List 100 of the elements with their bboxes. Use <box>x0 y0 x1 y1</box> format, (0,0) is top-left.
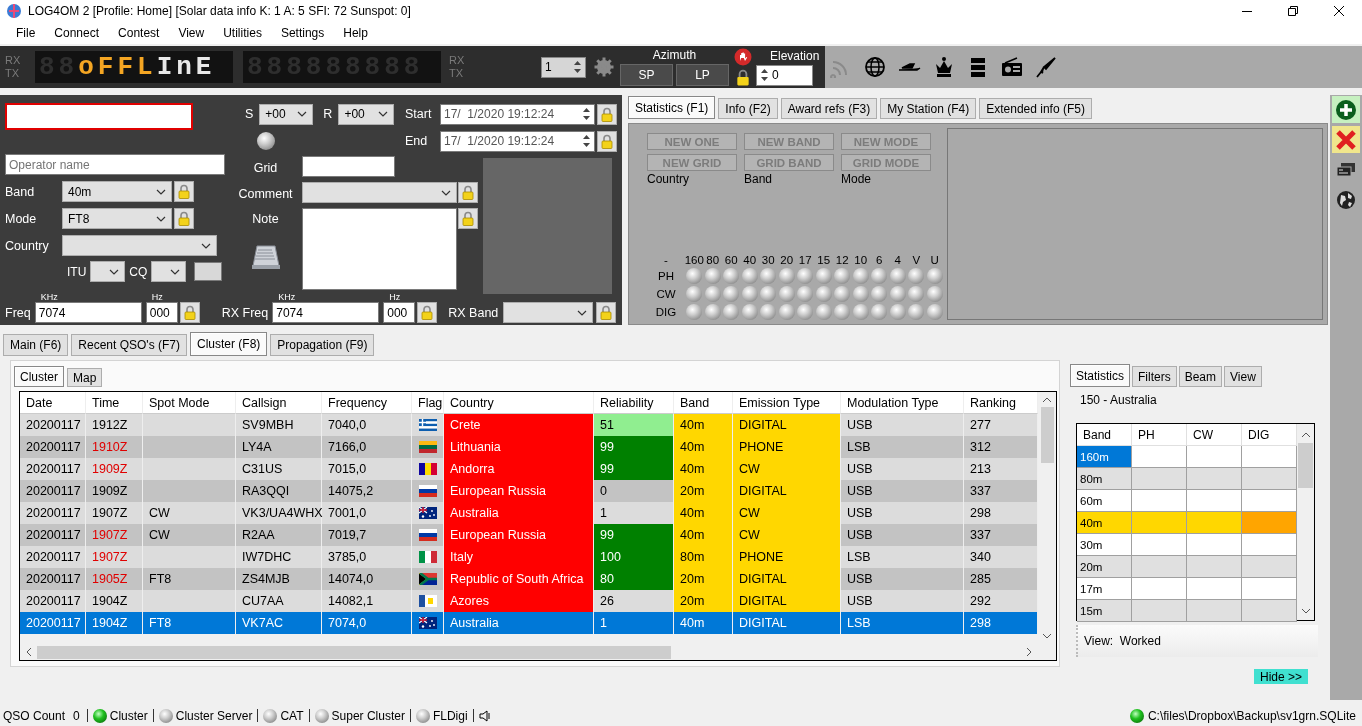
tab[interactable]: Propagation (F9) <box>270 334 375 356</box>
add-icon <box>1335 98 1357 121</box>
table-cell: 20m <box>674 590 733 612</box>
view-label: View: Worked <box>1076 625 1318 657</box>
menu-item[interactable]: Settings <box>272 26 333 40</box>
flag-icon <box>418 529 437 541</box>
table-cell: 40m <box>674 436 733 458</box>
table-cell: CW <box>733 524 841 546</box>
table-row[interactable]: 20200117 1907Z CW R2AA 7019,7 European Russia 99 40m CW USB 337 <box>20 524 1038 546</box>
table-row[interactable]: 20200117 1904Z CU7AA 14082,1 Azores 26 20m DIGITAL USB 292 <box>20 590 1038 612</box>
scrollbar-thumb[interactable] <box>37 645 671 659</box>
menu-item[interactable]: Connect <box>46 26 108 40</box>
tab[interactable]: Extended info (F5) <box>979 98 1092 119</box>
date-field[interactable]: 17/ 1/2020 19:12:24 <box>440 103 595 125</box>
grid-field[interactable] <box>302 156 395 177</box>
spin-arrows-icon <box>760 67 769 83</box>
tab[interactable]: My Station (F4) <box>880 98 977 119</box>
lock-button[interactable] <box>417 302 438 323</box>
lock-button[interactable] <box>596 302 617 323</box>
status-light <box>834 268 851 284</box>
unit-label: Hz <box>150 292 164 302</box>
menu-item[interactable]: View <box>170 26 213 40</box>
table-cell: 20200117 <box>20 612 86 634</box>
status-light <box>797 286 814 302</box>
number-spinner[interactable]: 0 <box>756 64 813 86</box>
tab[interactable]: Map <box>67 368 103 387</box>
input-field[interactable] <box>194 262 223 281</box>
date-field[interactable]: 17/ 1/2020 19:12:24 <box>440 130 595 152</box>
table-cell: 51 <box>594 414 674 436</box>
globe-icon <box>1336 189 1356 210</box>
caret-icon <box>170 268 181 275</box>
field-label: Country <box>5 238 50 253</box>
table-row[interactable]: 20200117 1910Z LY4A 7166,0 Lithuania 99 40m PHONE LSB 312 <box>20 436 1038 458</box>
table-row[interactable]: 20200117 1907Z CW VK3/UA4WHX 7001,0 Australia 1 40m CW USB 298 <box>20 502 1038 524</box>
number-spinner[interactable]: 1 <box>541 56 586 78</box>
status-light <box>686 268 703 284</box>
menu-item[interactable]: File <box>8 26 44 40</box>
delete-button[interactable] <box>1332 126 1360 153</box>
table-cell[interactable]: 40m <box>1077 512 1132 534</box>
tab[interactable]: Info (F2) <box>718 98 778 119</box>
status-light <box>256 132 275 150</box>
frequency-field[interactable]: 7074 <box>34 302 142 323</box>
tab[interactable]: Main (F6) <box>3 334 69 356</box>
table-row[interactable]: 20200117 1904Z FT8 VK7AC 7074,0 Australia 1 40m DIGITAL LSB 298 <box>20 612 1038 634</box>
table-row[interactable]: 20200117 1912Z SV9MBH 7040,0 Crete 51 40m DIGITAL USB 277 <box>20 414 1038 436</box>
tab[interactable]: View <box>1224 366 1262 387</box>
tab[interactable]: Recent QSO's (F7) <box>71 334 187 356</box>
scrollbar-thumb[interactable] <box>1040 407 1054 463</box>
beam-button[interactable]: LP <box>676 64 729 86</box>
lock-button[interactable] <box>179 302 200 323</box>
table-row[interactable]: 20200117 1907Z IW7DHC 3785,0 Italy 100 80m PHONE LSB 340 <box>20 546 1038 568</box>
field-label: Freq <box>5 306 31 322</box>
operator-field[interactable]: Operator name <box>5 154 225 175</box>
frequency-field[interactable]: 000 <box>145 302 178 323</box>
dropdown[interactable]: 40m <box>62 181 172 202</box>
lock-button[interactable] <box>597 130 617 152</box>
dropdown[interactable]: +00 <box>338 103 395 125</box>
table-cell: Lithuania <box>444 436 594 458</box>
beam-button[interactable]: SP <box>620 64 673 86</box>
table-row[interactable]: 20200117 1905Z FT8 ZS4MJB 14074,0 Republic of South Africa 80 20m DIGITAL USB 285 <box>20 568 1038 590</box>
tab[interactable]: Statistics <box>1070 364 1130 387</box>
tab[interactable]: Award refs (F3) <box>780 98 878 119</box>
tab[interactable]: Cluster (F8) <box>190 332 268 356</box>
minimize-icon <box>1242 10 1252 12</box>
table-cell: CW <box>733 458 841 480</box>
dropdown[interactable]: +00 <box>259 103 314 125</box>
hide-button[interactable]: Hide >> <box>1253 669 1308 684</box>
menu-item[interactable]: Contest <box>110 26 168 40</box>
tab[interactable]: Cluster <box>14 366 64 387</box>
mode-label: PH <box>658 270 674 282</box>
status-light <box>686 286 703 302</box>
column-header: Date <box>20 392 86 414</box>
table-row[interactable]: 20200117 1909Z C31US 7015,0 Andorra 99 40m CW USB 213 <box>20 458 1038 480</box>
table-cell[interactable]: 160m <box>1077 446 1132 468</box>
lock-button[interactable] <box>597 103 617 125</box>
crown-icon <box>933 56 955 78</box>
status-light <box>926 304 943 320</box>
tab[interactable]: Beam <box>1178 366 1223 387</box>
dropdown[interactable] <box>151 261 187 282</box>
frequency-field[interactable]: 7074 <box>272 302 380 323</box>
table-cell: DIGITAL <box>733 612 841 634</box>
scrollbar-thumb[interactable] <box>1298 443 1313 488</box>
sled-icon <box>898 62 921 72</box>
dropdown[interactable]: FT8 <box>62 208 172 229</box>
tab[interactable]: Filters <box>1132 366 1177 387</box>
status-light <box>741 268 758 284</box>
dropdown[interactable] <box>90 261 126 282</box>
tab[interactable]: Statistics (F1) <box>628 96 716 119</box>
menu-item[interactable]: Help <box>335 26 376 40</box>
scroll-down-icon <box>1043 634 1051 639</box>
table-row[interactable]: 20200117 1909Z RA3QQI 14075,2 European Russia 0 20m DIGITAL USB 337 <box>20 480 1038 502</box>
menu-item[interactable]: Utilities <box>215 26 270 40</box>
status-light <box>760 304 777 320</box>
note-field[interactable] <box>302 208 457 290</box>
callsign-field[interactable] <box>5 103 193 130</box>
column-label: Mode <box>841 172 873 186</box>
lock-icon <box>178 184 190 199</box>
vertical-scrollbar[interactable] <box>1297 424 1314 620</box>
frequency-field[interactable]: 000 <box>383 302 416 323</box>
add-button[interactable] <box>1332 96 1360 123</box>
